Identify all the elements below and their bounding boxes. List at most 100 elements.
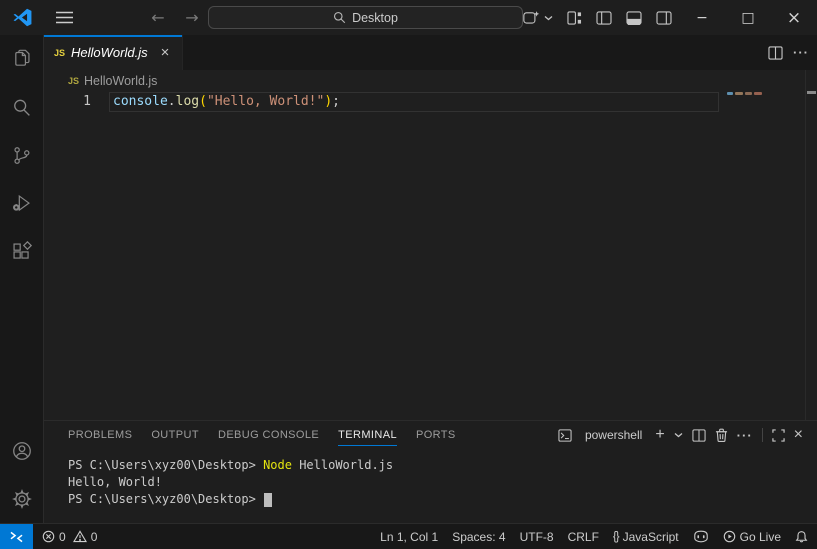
encoding-label: UTF-8	[519, 529, 554, 544]
copilot-status-icon[interactable]	[686, 524, 716, 549]
editor-scrollbar[interactable]	[805, 70, 806, 420]
go-live-button[interactable]: Go Live	[716, 524, 788, 549]
tab-close-icon[interactable]: ×	[156, 44, 174, 62]
breadcrumb[interactable]: JS HelloWorld.js	[44, 70, 817, 92]
command-center-search[interactable]: Desktop	[208, 6, 523, 29]
toggle-primary-sidebar-icon[interactable]	[589, 0, 619, 35]
breadcrumb-file-label: HelloWorld.js	[84, 74, 158, 88]
menu-hamburger-icon[interactable]	[44, 11, 84, 24]
maximize-panel-icon[interactable]	[771, 428, 785, 442]
shell-label[interactable]: powershell	[585, 428, 642, 442]
tab-debug-console[interactable]: DEBUG CONSOLE	[218, 421, 319, 449]
warning-icon	[72, 530, 87, 543]
terminal-prompt: PS C:\Users\xyz00\Desktop>	[68, 458, 264, 472]
eol-label: CRLF	[567, 529, 599, 544]
source-control-icon[interactable]	[0, 131, 44, 179]
editor-actions: ···	[768, 35, 809, 70]
vscode-window: ← → Desktop − □ × JS HelloWorld.js × ···…	[0, 0, 817, 549]
tab-terminal[interactable]: TERMINAL	[338, 421, 397, 449]
terminal-output[interactable]: PS C:\Users\xyz00\Desktop> Node HelloWor…	[44, 457, 804, 508]
explorer-icon[interactable]	[0, 35, 44, 83]
vscode-logo-icon	[0, 8, 44, 27]
extensions-icon[interactable]	[0, 227, 44, 275]
language-mode[interactable]: {} JavaScript	[606, 524, 686, 549]
copilot-button[interactable]	[516, 0, 560, 35]
search-sidebar-icon[interactable]	[0, 83, 44, 131]
accounts-icon[interactable]	[0, 427, 44, 475]
terminal-cursor	[264, 492, 273, 507]
token-close-paren: )	[324, 94, 333, 109]
panel-more-actions-icon[interactable]: ···	[737, 428, 753, 443]
toggle-secondary-sidebar-icon[interactable]	[649, 0, 679, 35]
minimap-mark	[745, 91, 752, 95]
tab-helloworld-js[interactable]: JS HelloWorld.js ×	[44, 35, 183, 70]
token-semicolon: ;	[332, 94, 340, 109]
error-count: 0	[59, 529, 66, 544]
warning-count: 0	[90, 529, 98, 544]
panel-header: PROBLEMS OUTPUT DEBUG CONSOLE TERMINAL P…	[44, 421, 817, 449]
terminal-line: PS C:\Users\xyz00\Desktop> Node HelloWor…	[44, 457, 804, 474]
more-actions-icon[interactable]: ···	[793, 45, 809, 60]
javascript-file-icon: JS	[54, 47, 66, 58]
split-terminal-icon[interactable]	[692, 428, 706, 442]
tab-output[interactable]: OUTPUT	[151, 421, 199, 449]
launch-profile-chevron-icon[interactable]	[674, 432, 683, 438]
terminal-line: PS C:\Users\xyz00\Desktop>	[44, 491, 804, 508]
toggle-panel-icon[interactable]	[619, 0, 649, 35]
errors-indicator[interactable]: 0 0	[35, 524, 104, 549]
close-window-button[interactable]: ×	[771, 0, 817, 35]
cursor-position-label: Ln 1, Col 1	[380, 529, 439, 544]
customize-layout-icon[interactable]	[560, 0, 589, 35]
terminal-toolbar: powershell + ··· ×	[558, 421, 803, 449]
forward-arrow-icon[interactable]: →	[182, 8, 202, 27]
terminal-shell-icon	[558, 428, 572, 442]
terminal-command: Node	[263, 458, 292, 472]
bottom-panel: PROBLEMS OUTPUT DEBUG CONSOLE TERMINAL P…	[44, 420, 817, 523]
split-editor-icon[interactable]	[768, 45, 783, 60]
notifications-bell-icon[interactable]	[788, 524, 815, 549]
indentation-label: Spaces: 4	[452, 529, 506, 544]
settings-gear-icon[interactable]	[0, 475, 44, 523]
token-open-paren: (	[199, 94, 207, 109]
tab-label: HelloWorld.js	[71, 45, 148, 60]
code-editor[interactable]: 1 console.log("Hello, World!");	[44, 70, 817, 420]
token-dot: .	[167, 94, 176, 109]
eol-setting[interactable]: CRLF	[561, 524, 606, 549]
minimap[interactable]	[727, 89, 777, 97]
remote-indicator[interactable]	[0, 523, 33, 549]
run-debug-icon[interactable]	[0, 179, 44, 227]
line-number: 1	[83, 94, 91, 109]
new-terminal-icon[interactable]: +	[655, 426, 664, 444]
minimap-mark	[735, 91, 743, 95]
token-console: console	[113, 94, 168, 109]
status-bar: 0 0 Ln 1, Col 1 Spaces: 4 UTF-8 CRLF {} …	[0, 523, 817, 549]
maximize-button[interactable]: □	[725, 0, 771, 35]
title-bar-right: − □ ×	[516, 0, 817, 35]
error-icon	[42, 530, 55, 543]
cursor-position[interactable]: Ln 1, Col 1	[373, 524, 445, 549]
kill-terminal-trash-icon[interactable]	[715, 428, 728, 442]
terminal-line: Hello, World!	[44, 474, 804, 491]
minimize-button[interactable]: −	[679, 0, 725, 35]
status-bar-right: Ln 1, Col 1 Spaces: 4 UTF-8 CRLF {} Java…	[373, 524, 817, 549]
command-center-label: Desktop	[352, 10, 398, 25]
tab-ports[interactable]: PORTS	[416, 421, 456, 449]
problems-summary[interactable]: 0 0	[35, 524, 104, 549]
editor-tab-bar: JS HelloWorld.js × ···	[44, 35, 817, 70]
terminal-command-args: HelloWorld.js	[291, 458, 394, 472]
braces-icon: {}	[612, 530, 620, 543]
language-label: JavaScript	[622, 529, 679, 544]
tab-problems[interactable]: PROBLEMS	[68, 421, 132, 449]
back-arrow-icon[interactable]: ←	[148, 8, 168, 27]
overview-ruler-cursor-mark	[807, 91, 816, 94]
encoding-setting[interactable]: UTF-8	[513, 524, 561, 549]
javascript-file-icon: JS	[68, 76, 80, 86]
broadcast-icon	[723, 530, 736, 543]
token-string: "Hello, World!"	[206, 94, 325, 109]
activity-bar	[0, 35, 44, 523]
close-panel-icon[interactable]: ×	[794, 426, 803, 444]
indentation-setting[interactable]: Spaces: 4	[445, 524, 512, 549]
title-bar: ← → Desktop − □ ×	[0, 0, 817, 35]
code-line-1: console.log("Hello, World!");	[113, 92, 340, 112]
search-icon	[333, 11, 346, 24]
